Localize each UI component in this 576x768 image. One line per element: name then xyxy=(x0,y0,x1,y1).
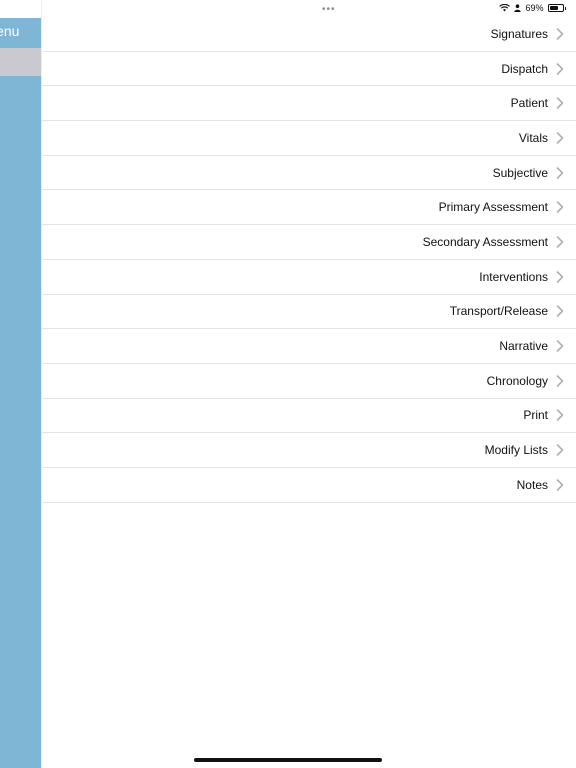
list-item-label: Transport/Release xyxy=(449,304,548,319)
side-menu-selected-row[interactable] xyxy=(0,48,42,76)
list-item[interactable]: Notes xyxy=(42,467,576,503)
chevron-right-icon xyxy=(556,28,564,40)
battery-icon xyxy=(547,4,564,12)
chevron-right-icon xyxy=(556,236,564,248)
status-indicators: 69% xyxy=(499,3,566,13)
chevron-right-icon xyxy=(556,97,564,110)
list-item[interactable]: Transport/Release xyxy=(42,294,576,330)
list-item-label: Patient xyxy=(510,96,548,111)
home-indicator[interactable] xyxy=(194,758,382,762)
chevron-right-icon xyxy=(556,444,564,456)
chevron-right-icon xyxy=(556,340,564,352)
list-item-label: Dispatch xyxy=(501,61,548,76)
list-item-label: Chronology xyxy=(486,373,548,388)
chevron-right-icon xyxy=(556,201,564,214)
list-item[interactable]: Interventions xyxy=(42,259,576,295)
list-item[interactable]: Patient xyxy=(42,86,576,122)
battery-percent: 69% xyxy=(525,3,544,13)
list-item[interactable]: Dispatch xyxy=(42,51,576,87)
list-item[interactable]: Narrative xyxy=(42,329,576,364)
list-item[interactable]: Signatures xyxy=(42,17,576,52)
battery-fill xyxy=(549,6,558,10)
chevron-right-icon xyxy=(556,132,564,144)
list-item-label: Subjective xyxy=(492,165,548,180)
list-item-label: Secondary Assessment xyxy=(422,234,548,249)
list-item[interactable]: Print xyxy=(42,398,576,434)
list-item-label: Interventions xyxy=(479,269,548,284)
status-bar: ••• 69% xyxy=(42,0,576,18)
list-item[interactable]: Secondary Assessment xyxy=(42,225,576,260)
list-item-label: Vitals xyxy=(518,130,548,145)
person-icon xyxy=(514,4,522,12)
menu-list: Signatures Dispatch Patient Vitals Subjectiv… xyxy=(42,17,576,503)
list-item-label: Notes xyxy=(516,477,548,492)
multitask-dots-icon[interactable]: ••• xyxy=(322,4,336,15)
chevron-right-icon xyxy=(556,166,564,179)
list-item-label: Narrative xyxy=(499,339,548,354)
list-item[interactable]: Chronology xyxy=(42,363,576,399)
list-item[interactable]: Primary Assessment xyxy=(42,190,576,226)
chevron-right-icon xyxy=(556,374,564,387)
wifi-icon xyxy=(499,4,511,12)
list-item-label: Print xyxy=(523,408,548,423)
list-item-label: Modify Lists xyxy=(484,443,548,458)
list-item-label: Signatures xyxy=(490,26,548,41)
chevron-right-icon xyxy=(556,478,564,491)
chevron-right-icon xyxy=(556,62,564,75)
chevron-right-icon xyxy=(556,409,564,422)
list-item[interactable]: Vitals xyxy=(42,121,576,156)
side-menu-panel: lenu xyxy=(0,0,42,768)
chevron-right-icon xyxy=(556,270,564,283)
battery-tip xyxy=(564,6,566,10)
side-menu-title: lenu xyxy=(0,23,20,39)
chevron-right-icon xyxy=(556,305,564,318)
list-item-label: Primary Assessment xyxy=(438,200,548,215)
side-panel-header-tab xyxy=(0,0,42,18)
list-item[interactable]: Modify Lists xyxy=(42,433,576,468)
list-item[interactable]: Subjective xyxy=(42,155,576,191)
